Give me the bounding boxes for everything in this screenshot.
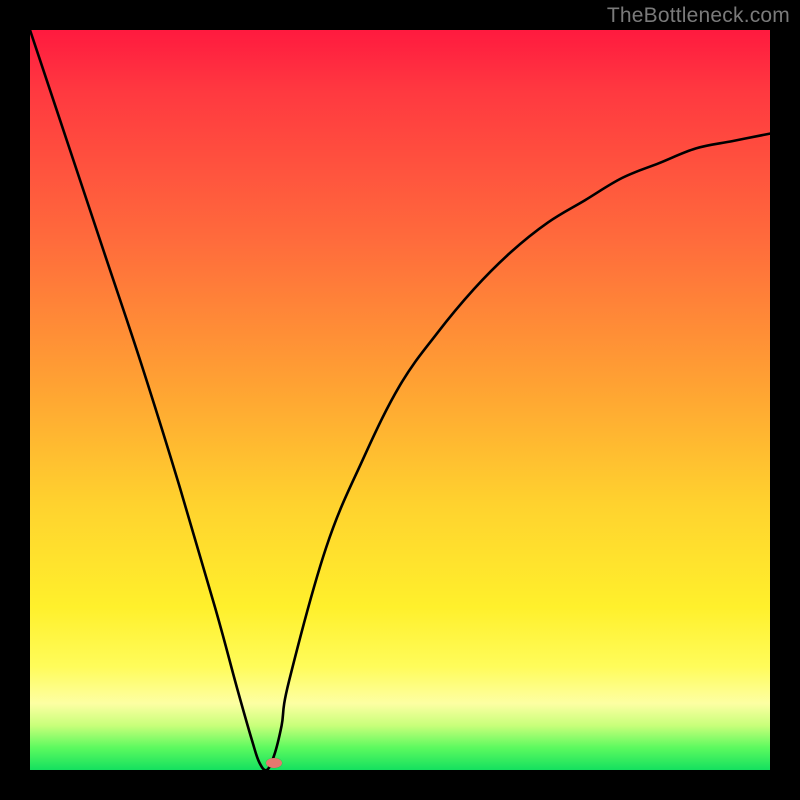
optimum-marker [266,758,282,768]
chart-frame: TheBottleneck.com [0,0,800,800]
watermark-text: TheBottleneck.com [607,4,790,28]
curve-layer [30,30,770,770]
bottleneck-curve-path [30,30,770,770]
plot-area [30,30,770,770]
